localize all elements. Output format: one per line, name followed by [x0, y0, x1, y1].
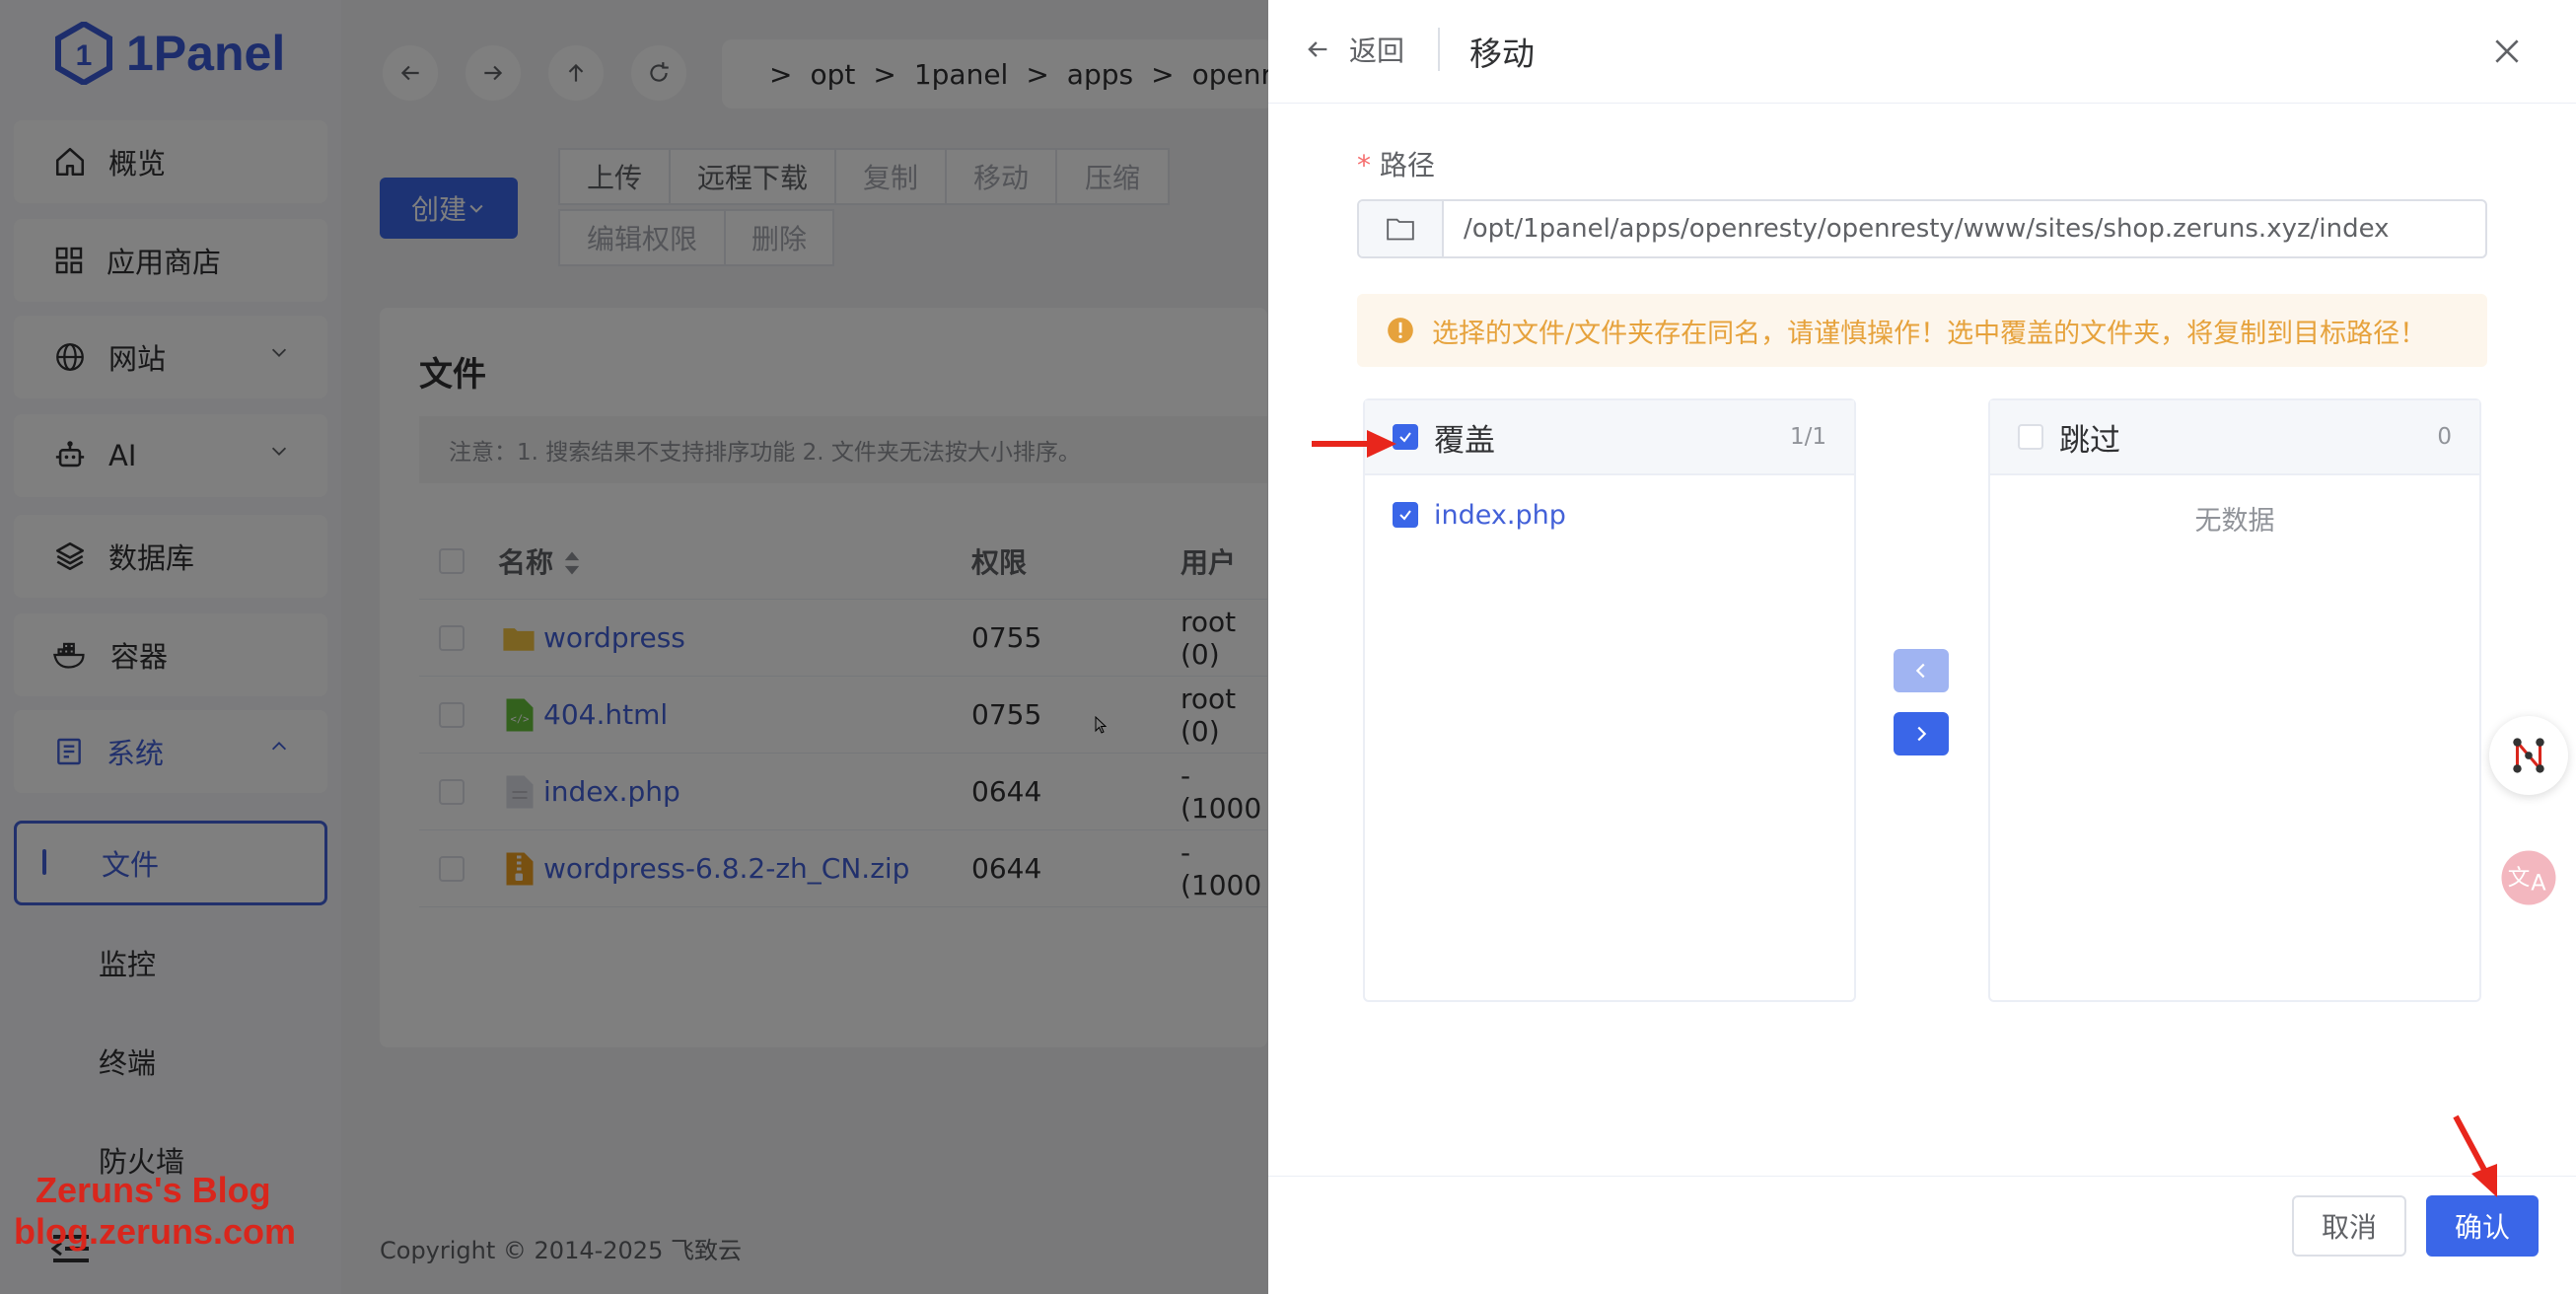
network-icon — [2513, 738, 2544, 773]
warning-icon — [1388, 318, 1413, 343]
overwrite-count: 1/1 — [1789, 424, 1826, 450]
path-value[interactable]: /opt/1panel/apps/openresty/openresty/www… — [1444, 201, 2485, 256]
modal-overlay[interactable] — [0, 0, 1268, 1294]
annotation-arrow-icon — [1312, 430, 1396, 458]
transfer-left-button[interactable] — [1894, 649, 1949, 692]
path-label: * 路径 — [1357, 149, 1435, 181]
arrow-left-icon — [1308, 41, 1327, 57]
folder-picker-button[interactable] — [1359, 201, 1444, 256]
check-icon — [1399, 510, 1411, 521]
transfer-right-button[interactable] — [1894, 712, 1949, 755]
translate-icon: 文A — [2501, 850, 2556, 905]
chevron-right-icon — [1917, 726, 1927, 742]
overwrite-panel: 覆盖 1/1 index.php — [1363, 398, 1856, 1002]
cancel-button[interactable]: 取消 — [2292, 1195, 2406, 1257]
annotation-arrow-icon — [2453, 1114, 2497, 1197]
move-drawer: 返回 移动 * 路径 /opt/1panel/apps/openresty/op… — [1268, 0, 2576, 1294]
header-divider — [1268, 103, 2576, 104]
item-checkbox[interactable] — [1393, 502, 1418, 528]
overwrite-list-item[interactable]: index.php — [1365, 475, 1854, 554]
close-button[interactable] — [2491, 36, 2523, 71]
header-divider — [1438, 28, 1440, 71]
empty-state: 无数据 — [2194, 506, 2275, 537]
path-input[interactable]: /opt/1panel/apps/openresty/openresty/www… — [1357, 199, 2487, 258]
folder-icon — [1387, 218, 1414, 241]
drawer-back-button[interactable]: 返回 — [1304, 30, 1404, 69]
overwrite-panel-header: 覆盖 1/1 — [1365, 400, 1854, 475]
skip-panel: 跳过 0 无数据 — [1988, 398, 2481, 1002]
svg-text:A: A — [2531, 871, 2546, 897]
svg-text:文: 文 — [2508, 866, 2531, 892]
warning-alert: 选择的文件/文件夹存在同名，请谨慎操作！选中覆盖的文件夹，将复制到目标路径！ — [1357, 294, 2487, 367]
close-icon — [2495, 39, 2519, 63]
drawer-title: 移动 — [1469, 35, 1535, 73]
skip-panel-header: 跳过 0 — [1990, 400, 2479, 475]
skip-count: 0 — [2437, 424, 2452, 450]
chevron-left-icon — [1915, 663, 1925, 679]
translate-button[interactable]: 文A — [2489, 838, 2568, 917]
confirm-button[interactable]: 确认 — [2426, 1195, 2539, 1257]
skip-select-all-checkbox[interactable] — [2018, 424, 2043, 450]
footer-divider — [1268, 1176, 2576, 1177]
check-icon — [1399, 432, 1411, 443]
blog-watermark: Zeruns's Blog blog.zeruns.com — [14, 1170, 297, 1252]
float-tool-button[interactable] — [2489, 716, 2568, 795]
